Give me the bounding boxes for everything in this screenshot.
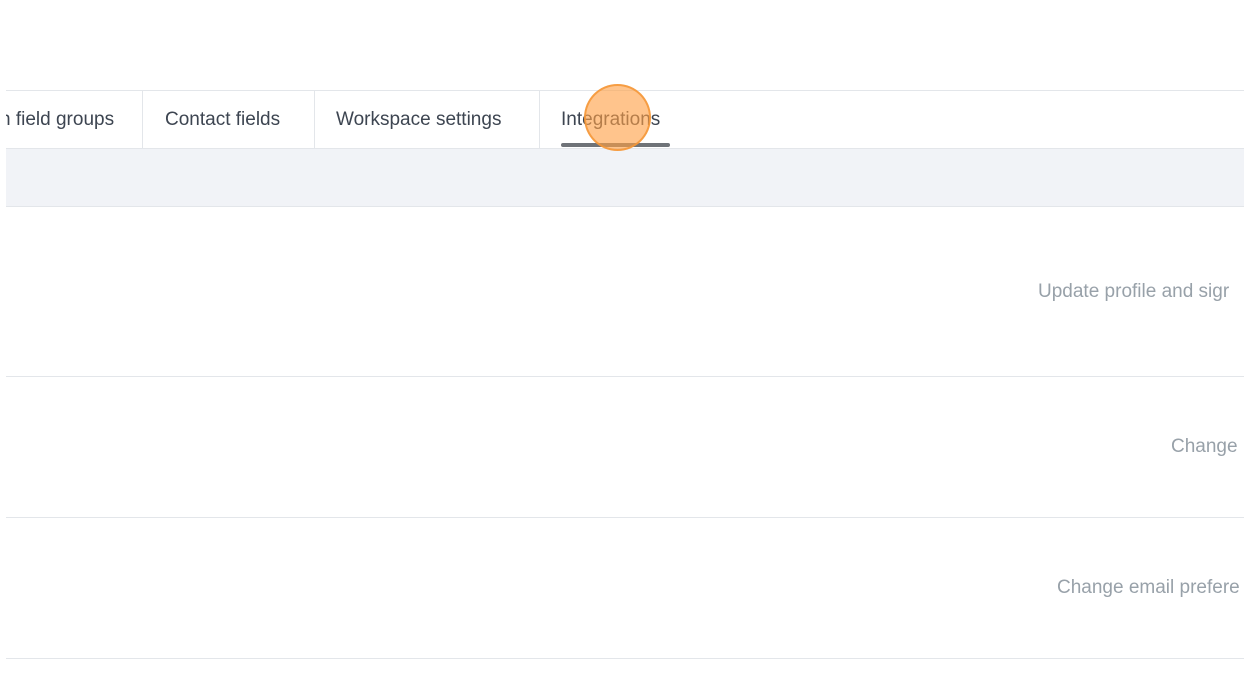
tab-integrations[interactable]: Integrations	[561, 91, 660, 148]
settings-page: n field groups Contact fields Workspace …	[6, 4, 1244, 695]
change-email-preferences-link[interactable]: Change email prefere	[1057, 577, 1240, 599]
header-area	[6, 4, 1244, 90]
tab-divider	[142, 91, 143, 148]
change-link[interactable]: Change	[1171, 436, 1238, 458]
settings-row-email: Change email prefere	[6, 518, 1244, 659]
tab-workspace-settings-label: Workspace settings	[336, 108, 502, 130]
tab-integrations-label: Integrations	[561, 108, 661, 130]
tab-workspace-settings[interactable]: Workspace settings	[336, 91, 501, 148]
settings-tabs: n field groups Contact fields Workspace …	[6, 90, 1244, 149]
settings-row-profile: Update profile and sigr	[6, 207, 1244, 377]
active-tab-indicator	[561, 143, 670, 147]
update-profile-link[interactable]: Update profile and sigr	[1038, 281, 1229, 303]
tab-contact-fields[interactable]: Contact fields	[165, 91, 280, 148]
section-header-band	[6, 149, 1244, 207]
tab-contact-fields-label: Contact fields	[165, 108, 281, 130]
tab-field-groups-label: n field groups	[6, 108, 115, 130]
tab-divider	[314, 91, 315, 148]
tab-field-groups[interactable]: n field groups	[6, 91, 114, 148]
settings-row-password: Change	[6, 377, 1244, 518]
tab-divider	[539, 91, 540, 148]
